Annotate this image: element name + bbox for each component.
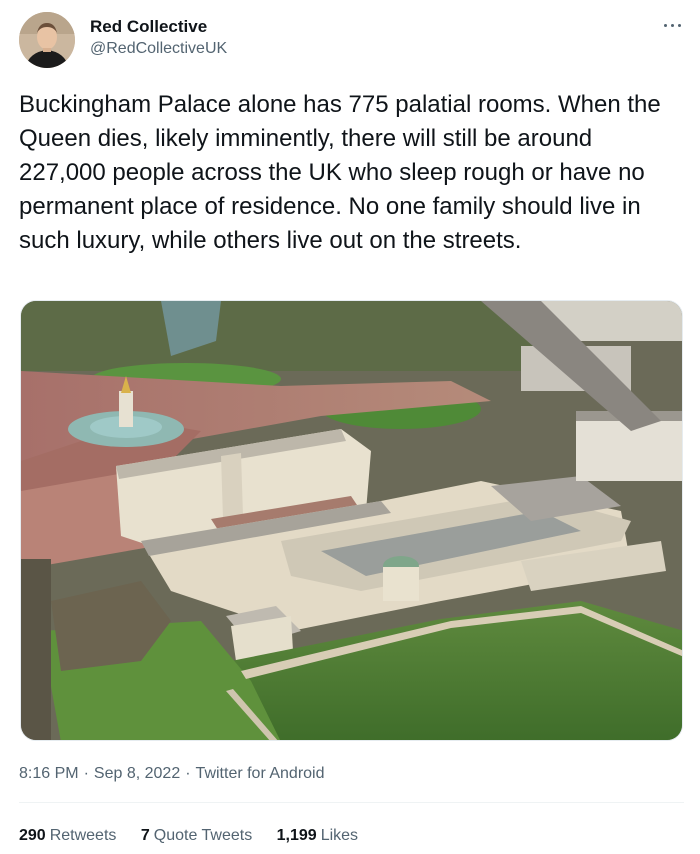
tweet-text: Buckingham Palace alone has 775 palatial… — [19, 91, 668, 254]
meta-separator: · — [185, 765, 191, 782]
tweet-header: Red Collective @RedCollectiveUK — [19, 12, 684, 70]
quotes-label: Quote Tweets — [153, 827, 253, 844]
user-handle[interactable]: @RedCollectiveUK — [90, 39, 227, 59]
author-names: Red Collective @RedCollectiveUK — [90, 17, 227, 59]
likes-count: 1,199 — [276, 827, 317, 844]
quote-tweets-stat[interactable]: 7 Quote Tweets — [141, 826, 252, 846]
tweet-card: Red Collective @RedCollectiveUK Buckingh… — [0, 0, 700, 854]
retweets-label: Retweets — [49, 827, 117, 844]
tweet-date[interactable]: Sep 8, 2022 — [94, 765, 180, 782]
display-name[interactable]: Red Collective — [90, 17, 227, 37]
tweet-image[interactable] — [20, 300, 683, 741]
tweet-time[interactable]: 8:16 PM — [19, 765, 79, 782]
retweets-count: 290 — [19, 827, 46, 844]
meta-separator: · — [83, 765, 89, 782]
likes-stat[interactable]: 1,199 Likes — [277, 826, 358, 846]
quotes-count: 7 — [140, 827, 150, 844]
retweets-stat[interactable]: 290 Retweets — [19, 826, 116, 846]
divider — [19, 802, 684, 803]
likes-label: Likes — [320, 827, 359, 844]
more-options-icon[interactable] — [662, 20, 684, 30]
profile-photo-icon — [19, 12, 75, 68]
avatar[interactable] — [19, 12, 75, 68]
aerial-photo-icon — [21, 301, 682, 740]
engagement-stats: 290 Retweets 7 Quote Tweets 1,199 Likes — [19, 826, 378, 846]
tweet-source[interactable]: Twitter for Android — [196, 765, 325, 782]
tweet-meta: 8:16 PM · Sep 8, 2022 · Twitter for Android — [19, 764, 325, 784]
